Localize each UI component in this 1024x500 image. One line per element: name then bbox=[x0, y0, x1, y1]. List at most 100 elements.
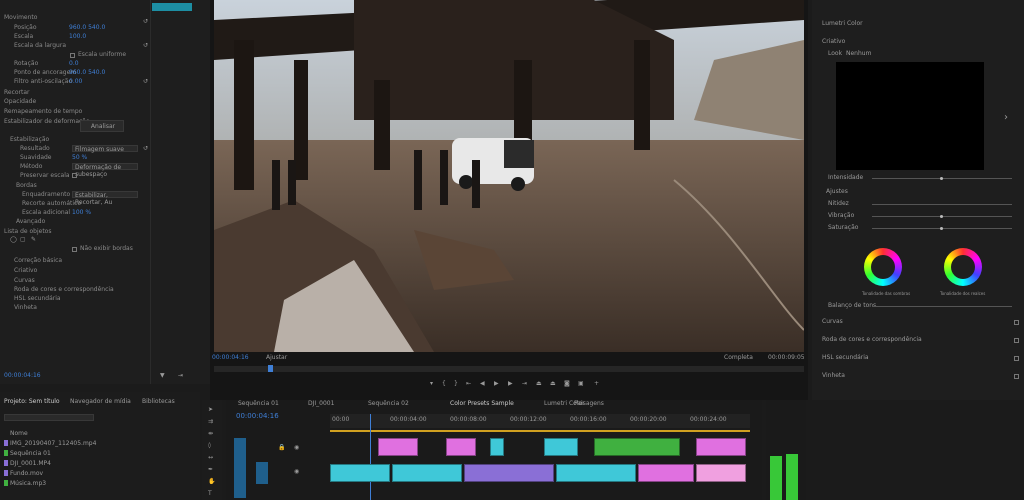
fx-row[interactable]: Opacidade bbox=[4, 98, 36, 106]
playhead-line[interactable] bbox=[370, 414, 371, 500]
program-timecode[interactable]: 00:00:04:16 bbox=[212, 354, 249, 362]
fx-value[interactable]: 100.0 bbox=[69, 33, 86, 41]
fx-row[interactable]: Escala 100.0 bbox=[14, 33, 86, 41]
fx-row[interactable]: Recorte automático bbox=[22, 200, 81, 208]
pen-mask-icon[interactable]: ✎ bbox=[31, 236, 36, 243]
playhead-marker[interactable] bbox=[268, 365, 273, 372]
lumetri-section[interactable]: Vinheta bbox=[822, 372, 845, 380]
ripple-edit-icon[interactable]: ⇹ bbox=[208, 430, 213, 437]
fx-section[interactable]: Correção básica bbox=[14, 257, 62, 265]
fx-row[interactable]: Suavidade 50 % bbox=[20, 154, 87, 162]
fx-row[interactable]: Remapeamento de tempo bbox=[4, 108, 82, 116]
fx-row[interactable]: Resultado bbox=[20, 145, 50, 153]
reset-icon[interactable]: ↺ bbox=[143, 78, 148, 85]
reset-icon[interactable]: ↺ bbox=[143, 145, 148, 152]
sequence-tab[interactable]: Sequência 02 bbox=[368, 400, 409, 408]
fx-row[interactable]: Rotação 0.0 bbox=[14, 60, 79, 68]
list-item[interactable]: Fundo.mov bbox=[4, 470, 43, 478]
lumetri-section[interactable]: Curvas bbox=[822, 318, 843, 326]
video-frame[interactable] bbox=[214, 0, 804, 352]
timeline-clip[interactable] bbox=[544, 438, 578, 456]
type-tool-icon[interactable]: T bbox=[208, 490, 212, 497]
step-forward-icon[interactable]: ▶ bbox=[508, 380, 513, 387]
track-select-icon[interactable]: ⇉ bbox=[208, 418, 213, 425]
fit-dropdown[interactable]: Ajustar bbox=[266, 354, 287, 362]
fx-row[interactable]: Escala da largura bbox=[14, 42, 66, 50]
step-back-icon[interactable]: ◀ bbox=[480, 380, 485, 387]
export-frame-icon[interactable]: ◙ bbox=[564, 380, 570, 387]
mark-out-icon[interactable]: } bbox=[454, 380, 458, 387]
timeline-clip[interactable] bbox=[330, 464, 390, 482]
effect-clip-bar[interactable] bbox=[152, 3, 192, 11]
export-icon[interactable]: ⇥ bbox=[178, 372, 183, 379]
fx-section[interactable]: HSL secundária bbox=[14, 295, 61, 303]
section-enable-checkbox[interactable] bbox=[1014, 374, 1019, 379]
project-tab[interactable]: Projeto: Sem título bbox=[4, 398, 60, 406]
fx-row[interactable]: Preservar escala bbox=[20, 172, 70, 180]
rect-mask-icon[interactable]: ▢ bbox=[20, 236, 26, 243]
preserve-scale-checkbox[interactable] bbox=[72, 173, 77, 178]
analyze-button[interactable]: Analisar bbox=[80, 120, 124, 132]
playback-scrubber[interactable] bbox=[214, 366, 804, 372]
project-search[interactable] bbox=[4, 414, 94, 421]
comparison-view-icon[interactable]: ▣ bbox=[578, 380, 584, 387]
libraries-tab[interactable]: Bibliotecas bbox=[142, 398, 175, 406]
eye-toggle-icon[interactable]: ◉ bbox=[294, 444, 299, 451]
work-area-bar[interactable] bbox=[330, 430, 750, 432]
fx-value[interactable]: 0.0 bbox=[69, 60, 79, 68]
fx-row[interactable]: Lista de objetos bbox=[4, 228, 51, 236]
fx-row[interactable]: Método bbox=[20, 163, 42, 171]
vibrance-knob[interactable] bbox=[940, 215, 943, 218]
fx-row[interactable]: Movimento bbox=[4, 14, 37, 22]
saturation-knob[interactable] bbox=[940, 227, 943, 230]
list-item[interactable]: DJI_0001.MP4 bbox=[4, 460, 51, 468]
lift-icon[interactable]: ⏏ bbox=[536, 380, 542, 387]
slip-tool-icon[interactable]: ↔ bbox=[208, 454, 213, 461]
fx-section[interactable]: Vinheta bbox=[14, 304, 37, 312]
timeline-timecode[interactable]: 00:00:04:16 bbox=[236, 412, 279, 420]
selection-tool-icon[interactable]: ➤ bbox=[208, 406, 213, 413]
sequence-tab[interactable]: Paisagens bbox=[574, 400, 604, 408]
reset-icon[interactable]: ↺ bbox=[143, 42, 148, 49]
fx-row[interactable]: Enquadramento bbox=[22, 191, 70, 199]
name-column-header[interactable]: Nome bbox=[10, 430, 28, 438]
fx-value[interactable]: 100 % bbox=[72, 209, 91, 217]
reset-icon[interactable]: ↺ bbox=[143, 18, 148, 25]
filter-icon[interactable]: ▼ bbox=[160, 372, 165, 379]
timeline-clip[interactable] bbox=[392, 464, 462, 482]
balance-slider[interactable] bbox=[872, 306, 1012, 307]
sequence-tab[interactable]: Color Presets Sample bbox=[450, 400, 514, 408]
timeline-clip[interactable] bbox=[638, 464, 694, 482]
no-border-checkbox[interactable] bbox=[72, 247, 77, 252]
extract-icon[interactable]: ⏏ bbox=[550, 380, 556, 387]
eye-toggle-icon[interactable]: ◉ bbox=[294, 468, 299, 475]
section-enable-checkbox[interactable] bbox=[1014, 320, 1019, 325]
fx-value[interactable]: 50 % bbox=[72, 154, 87, 162]
hand-tool-icon[interactable]: ✋ bbox=[208, 478, 215, 485]
timeline-clip[interactable] bbox=[464, 464, 554, 482]
fx-row[interactable]: Filtro anti-oscilação 0.00 bbox=[14, 78, 82, 86]
sharpen-slider[interactable] bbox=[872, 204, 1012, 205]
section-enable-checkbox[interactable] bbox=[1014, 338, 1019, 343]
timeline-ruler[interactable]: 00:00 00:00:04:00 00:00:08:00 00:00:12:0… bbox=[330, 414, 750, 428]
media-browser-tab[interactable]: Navegador de mídia bbox=[70, 398, 131, 406]
track-target-v2[interactable] bbox=[234, 438, 246, 498]
list-item[interactable]: Música.mp3 bbox=[4, 480, 46, 488]
highlight-tint-wheel[interactable] bbox=[944, 248, 982, 286]
effect-timecode[interactable]: 00:00:04:16 bbox=[4, 372, 41, 380]
method-select[interactable]: Deformação de subespaço bbox=[72, 163, 138, 178]
ellipse-mask-icon[interactable]: ◯ bbox=[10, 236, 17, 243]
lock-track-icon[interactable]: 🔒 bbox=[278, 444, 285, 451]
go-to-out-icon[interactable]: ⇥ bbox=[522, 380, 527, 387]
go-to-in-icon[interactable]: ⇤ bbox=[466, 380, 471, 387]
framing-select[interactable]: Estabilizar, Recortar, Au bbox=[72, 191, 138, 206]
mark-in-icon[interactable]: { bbox=[442, 380, 446, 387]
fx-row[interactable]: Estabilizador de deformação bbox=[4, 118, 90, 126]
timeline-clip[interactable] bbox=[696, 464, 746, 482]
timeline-clip[interactable] bbox=[594, 438, 680, 456]
lumetri-section-creative[interactable]: Criativo bbox=[822, 38, 845, 46]
add-icon[interactable]: + bbox=[594, 380, 599, 387]
fx-section[interactable]: Curvas bbox=[14, 277, 35, 285]
fx-value[interactable]: 960.0 540.0 bbox=[69, 24, 105, 32]
sequence-tab[interactable]: DJI_0001 bbox=[308, 400, 334, 408]
